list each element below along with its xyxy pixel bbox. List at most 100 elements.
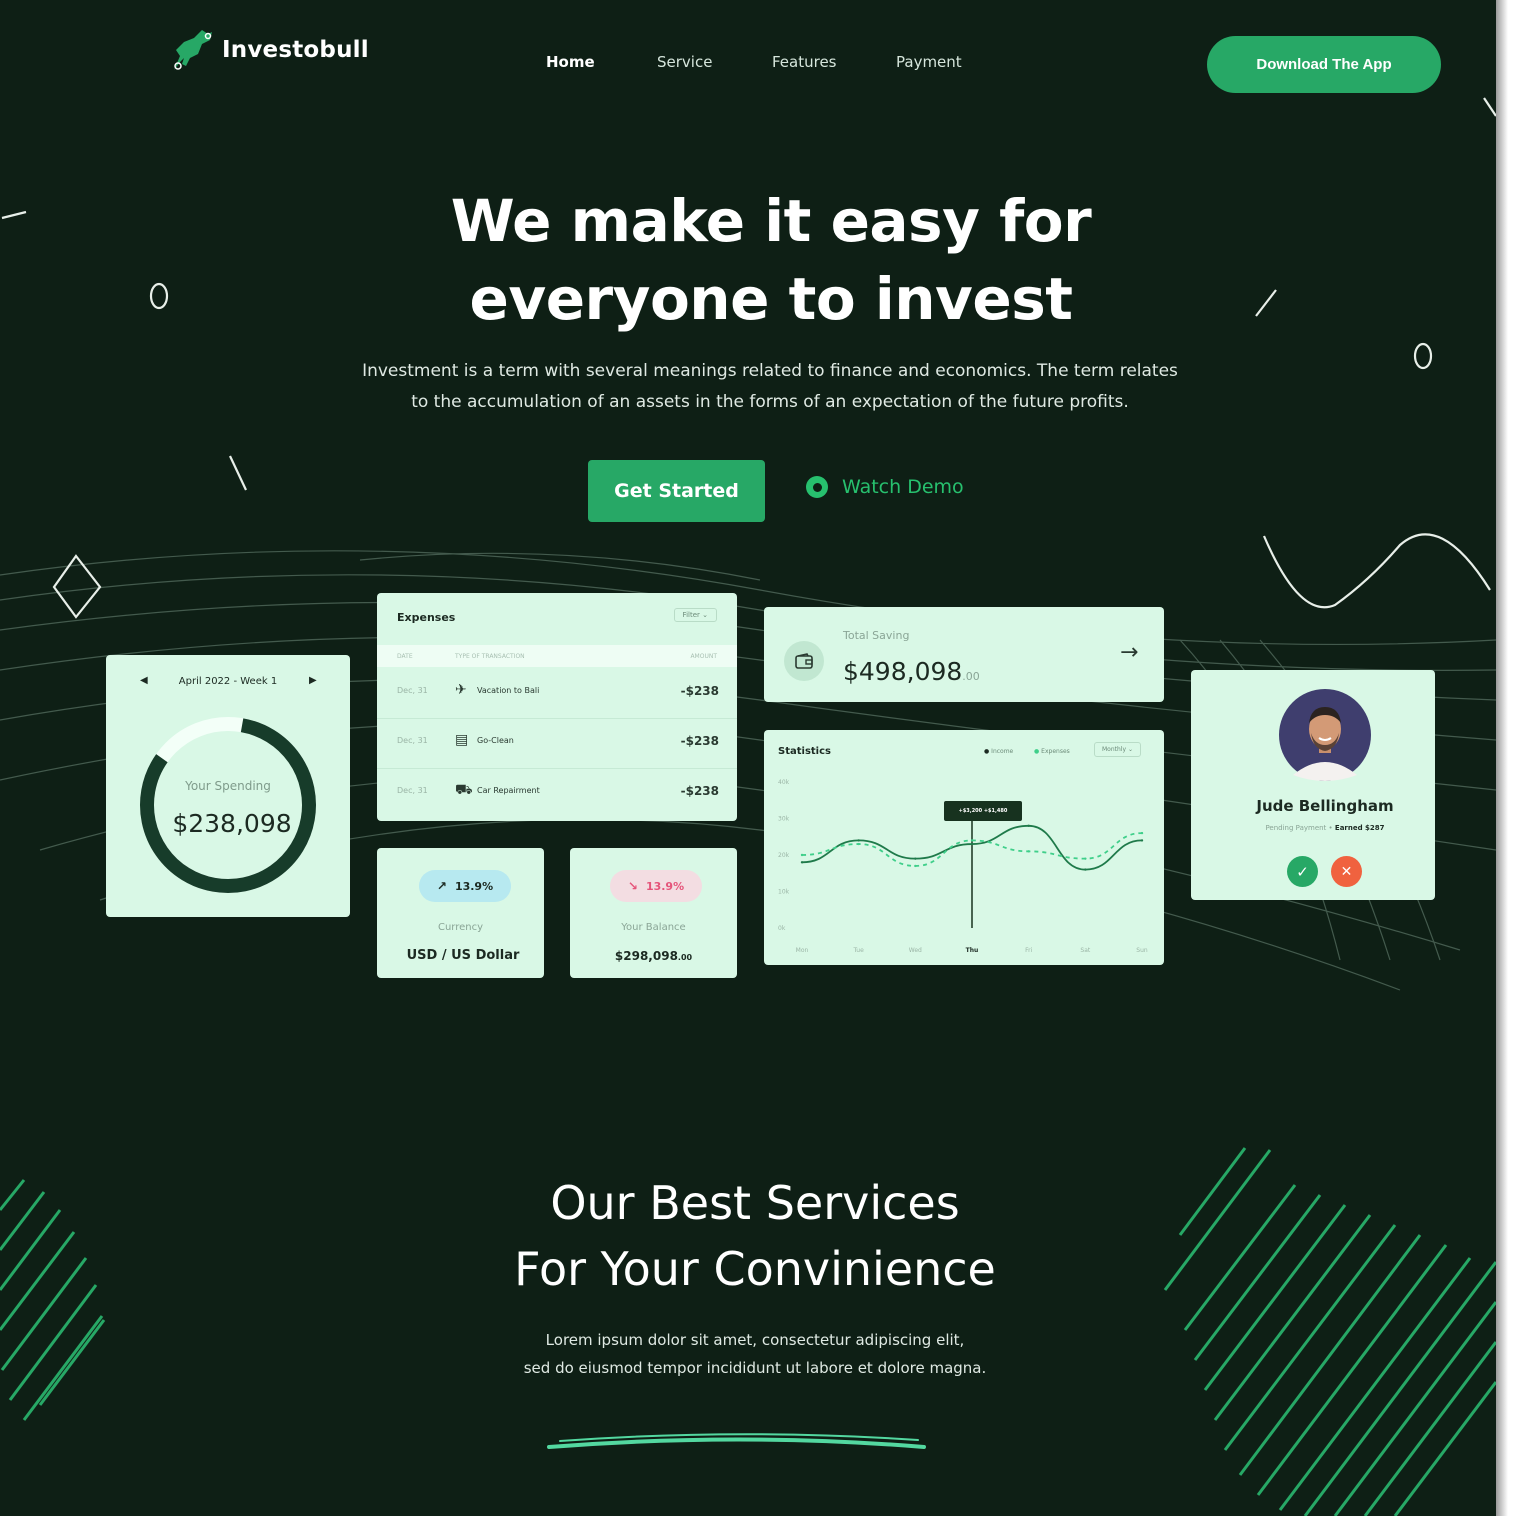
filter-dropdown[interactable]: Filter ⌄	[673, 608, 717, 622]
services-title-line2: For Your Convinience	[514, 1242, 996, 1296]
hero-title: We make it easy for everyone to invest	[0, 182, 1496, 338]
reject-button[interactable]: ✕	[1331, 856, 1362, 887]
y-tick-label: 0k	[778, 925, 786, 932]
plane-icon: ✈	[455, 682, 467, 698]
expense-name: Go-Clean	[477, 736, 514, 745]
total-saving-cents: .00	[962, 670, 980, 683]
services-title: Our Best Services For Your Convinience	[0, 1170, 1496, 1302]
next-week-icon[interactable]: ▶	[309, 675, 317, 686]
pending-label: Pending Payment	[1265, 824, 1327, 832]
statistics-chart: 40k 30k 20k 10k 0k Mon Tue Wed Thu Fri Sat Sun	[778, 779, 1148, 954]
total-saving-amount: $498,098.00	[843, 657, 980, 686]
x-tick-label: Sat	[1080, 947, 1090, 954]
expense-name: Car Repairment	[477, 786, 540, 795]
balance-change: 13.9%	[645, 879, 685, 893]
profile-status: Pending Payment • Earned $287	[1265, 824, 1385, 832]
cabinet-icon: ▤	[455, 732, 469, 748]
expense-row[interactable]: Dec, 31 ✈ Vacation to Bali -$238	[377, 668, 737, 719]
data-point-expenses	[914, 864, 917, 868]
brand-logo[interactable]: Investobull	[168, 26, 369, 74]
spending-donut	[140, 717, 316, 893]
spending-amount: $238,098	[172, 809, 292, 838]
brand-name: Investobull	[222, 37, 369, 63]
spending-progress-arc	[140, 717, 316, 893]
data-point-expenses	[857, 842, 860, 846]
y-tick-label: 30k	[778, 816, 790, 823]
wallet-icon	[784, 641, 824, 681]
col-date: DATE	[397, 653, 413, 660]
trend-down-icon: ↘	[627, 879, 638, 893]
profile-card: Jude Bellingham Pending Payment • Earned…	[1191, 670, 1435, 900]
col-type: TYPE OF TRANSACTION	[455, 653, 525, 660]
total-saving-card: Total Saving $498,098.00 →	[764, 607, 1164, 702]
currency-value: USD / US Dollar	[406, 948, 520, 963]
close-icon: ✕	[1340, 863, 1353, 880]
chevron-down-icon: ⌄	[702, 611, 708, 619]
x-tick-label: Fri	[1025, 947, 1032, 954]
profile-name: Jude Bellingham	[1256, 797, 1394, 815]
balance-label: Your Balance	[621, 922, 686, 933]
chart-tooltip-text: +$3,200 +$1,480	[958, 808, 1008, 814]
expense-amount: -$238	[680, 784, 719, 798]
data-point-expenses	[1140, 831, 1144, 835]
spending-label: Your Spending	[185, 779, 271, 793]
earned-label: Earned $287	[1334, 824, 1385, 832]
currency-change-badge: ↗ 13.9%	[419, 870, 511, 902]
approve-button[interactable]: ✓	[1287, 856, 1318, 887]
spending-card: ◀ April 2022 - Week 1 ▶ Your Spending $2…	[106, 655, 350, 917]
currency-change: 13.9%	[454, 879, 494, 893]
balance-value-cents: .00	[677, 953, 693, 962]
expense-amount: -$238	[680, 684, 719, 698]
balance-change-badge: ↘ 13.9%	[610, 870, 702, 902]
y-tick-label: 10k	[778, 889, 790, 896]
balance-value: $298,098.00	[570, 949, 737, 963]
data-point-income	[857, 839, 860, 842]
download-app-button[interactable]: Download The App	[1207, 36, 1441, 93]
data-point-income	[970, 842, 974, 846]
balance-card: ↘ 13.9% Your Balance $298,098.00	[570, 848, 737, 978]
nav-features[interactable]: Features	[772, 53, 837, 71]
x-tick-label: Mon	[796, 947, 809, 954]
hero-subtitle-line2: to the accumulation of an assets in the …	[411, 392, 1129, 412]
x-tick-label: Thu	[966, 947, 979, 954]
check-icon: ✓	[1296, 862, 1309, 881]
hero-title-line1: We make it easy for	[450, 187, 1092, 255]
expenses-card: Expenses Filter ⌄ DATE TYPE OF TRANSACTI…	[377, 593, 737, 821]
nav-home[interactable]: Home	[546, 53, 595, 71]
balance-value-main: $298,098	[614, 949, 678, 963]
landing-page: Investobull Home Service Features Paymen…	[0, 0, 1496, 1516]
col-amount: AMOUNT	[690, 653, 717, 660]
x-tick-label: Tue	[853, 947, 865, 954]
hero-title-line2: everyone to invest	[469, 265, 1073, 333]
expense-amount: -$238	[680, 734, 719, 748]
get-started-button[interactable]: Get Started	[588, 460, 765, 522]
expense-name: Vacation to Bali	[477, 686, 540, 695]
play-icon	[806, 476, 828, 498]
expense-row[interactable]: Dec, 31 ▤ Go-Clean -$238	[377, 718, 737, 769]
x-tick-label: Sun	[1136, 947, 1148, 954]
nav-service[interactable]: Service	[657, 53, 712, 71]
currency-label: Currency	[437, 922, 484, 933]
data-point-income	[1084, 868, 1087, 871]
page-edge-shadow	[1496, 0, 1508, 1516]
data-point-expenses	[1084, 857, 1087, 860]
nav-payment[interactable]: Payment	[896, 53, 962, 71]
expense-date: Dec, 31	[397, 686, 428, 695]
y-tick-label: 20k	[778, 852, 790, 859]
filter-label: Filter	[682, 611, 700, 619]
expense-date: Dec, 31	[397, 736, 428, 745]
statistics-card: Statistics ● Income ● Expenses Monthly ⌄…	[764, 730, 1164, 965]
car-icon: ⛟	[455, 782, 473, 798]
data-point-expenses	[1027, 850, 1030, 853]
expense-row[interactable]: Dec, 31 ⛟ Car Repairment -$238	[377, 768, 737, 818]
total-saving-label: Total Saving	[843, 629, 910, 642]
services-title-line1: Our Best Services	[550, 1176, 960, 1230]
data-point-income	[914, 857, 917, 860]
total-saving-main: $498,098	[843, 657, 963, 686]
arrow-right-icon[interactable]: →	[1120, 640, 1138, 665]
services-subtitle-line2: sed do eiusmod tempor incididunt ut labo…	[523, 1359, 987, 1377]
expenses-header-row: DATE TYPE OF TRANSACTION AMOUNT	[377, 645, 737, 667]
avatar	[1279, 689, 1371, 781]
hero-subtitle: Investment is a term with several meanin…	[310, 356, 1230, 418]
watch-demo-button[interactable]: Watch Demo	[806, 476, 964, 498]
